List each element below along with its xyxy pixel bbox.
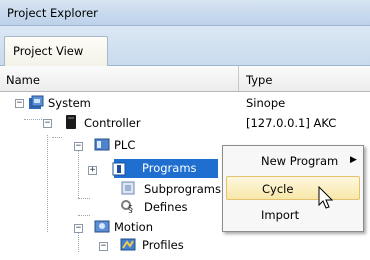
collapse-icon[interactable]: − — [43, 119, 52, 128]
tree-row-controller[interactable]: − Controller [127.0.0.1] AKC — [0, 112, 370, 130]
tree-label: PLC — [114, 138, 136, 152]
tree-row-defines[interactable]: § Defines — [0, 196, 222, 214]
tree-label: Programs — [142, 161, 197, 175]
menu-item-cycle[interactable]: Cycle — [226, 176, 360, 200]
profiles-icon — [120, 237, 136, 251]
subprograms-icon — [120, 181, 136, 195]
tab-project-view[interactable]: Project View — [4, 36, 108, 66]
mouse-cursor-icon — [318, 185, 334, 213]
tree-label: Subprograms — [144, 182, 221, 196]
context-menu: New Program ▶ Cycle Import — [222, 145, 364, 232]
menu-item-label: Cycle — [262, 182, 294, 196]
motion-icon — [94, 219, 110, 233]
menu-item-new-program[interactable]: New Program ▶ — [226, 149, 360, 173]
tree-label: Controller — [84, 116, 141, 130]
column-header-row: Name Type — [0, 66, 370, 92]
collapse-icon[interactable]: − — [74, 224, 83, 233]
tree-label: Defines — [144, 200, 188, 214]
menu-item-label: New Program — [261, 154, 339, 168]
panel-title-bar: Project Explorer — [0, 0, 370, 26]
tree-type: Sinope — [246, 96, 286, 110]
tab-strip: Project View — [0, 26, 370, 66]
tree-label: System — [48, 96, 91, 110]
tree-row-subprograms[interactable]: Subprograms — [0, 178, 222, 196]
tree-label: Profiles — [142, 238, 184, 252]
tree-type: [127.0.0.1] AKC — [246, 116, 337, 130]
column-header-type[interactable]: Type — [246, 73, 272, 87]
column-divider[interactable] — [238, 66, 239, 91]
controller-icon — [64, 114, 78, 130]
svg-text:§: § — [128, 204, 133, 213]
tab-project-view-label: Project View — [13, 44, 84, 58]
collapse-icon[interactable]: − — [74, 142, 83, 151]
expand-icon[interactable]: + — [88, 166, 97, 175]
panel-title: Project Explorer — [7, 6, 98, 20]
menu-item-label: Import — [261, 208, 300, 222]
menu-item-import[interactable]: Import — [226, 203, 360, 227]
plc-icon — [94, 137, 110, 151]
system-icon — [28, 95, 44, 111]
column-header-name[interactable]: Name — [6, 73, 40, 87]
programs-icon — [112, 162, 126, 176]
collapse-icon[interactable]: − — [99, 242, 108, 251]
defines-icon: § — [120, 199, 136, 213]
submenu-arrow-icon: ▶ — [350, 155, 357, 165]
tree-label: Motion — [114, 220, 153, 234]
tree-row-system[interactable]: − System Sinope — [0, 94, 370, 112]
collapse-icon[interactable]: − — [15, 99, 24, 108]
tree-row-profiles[interactable]: − Profiles — [0, 234, 370, 252]
